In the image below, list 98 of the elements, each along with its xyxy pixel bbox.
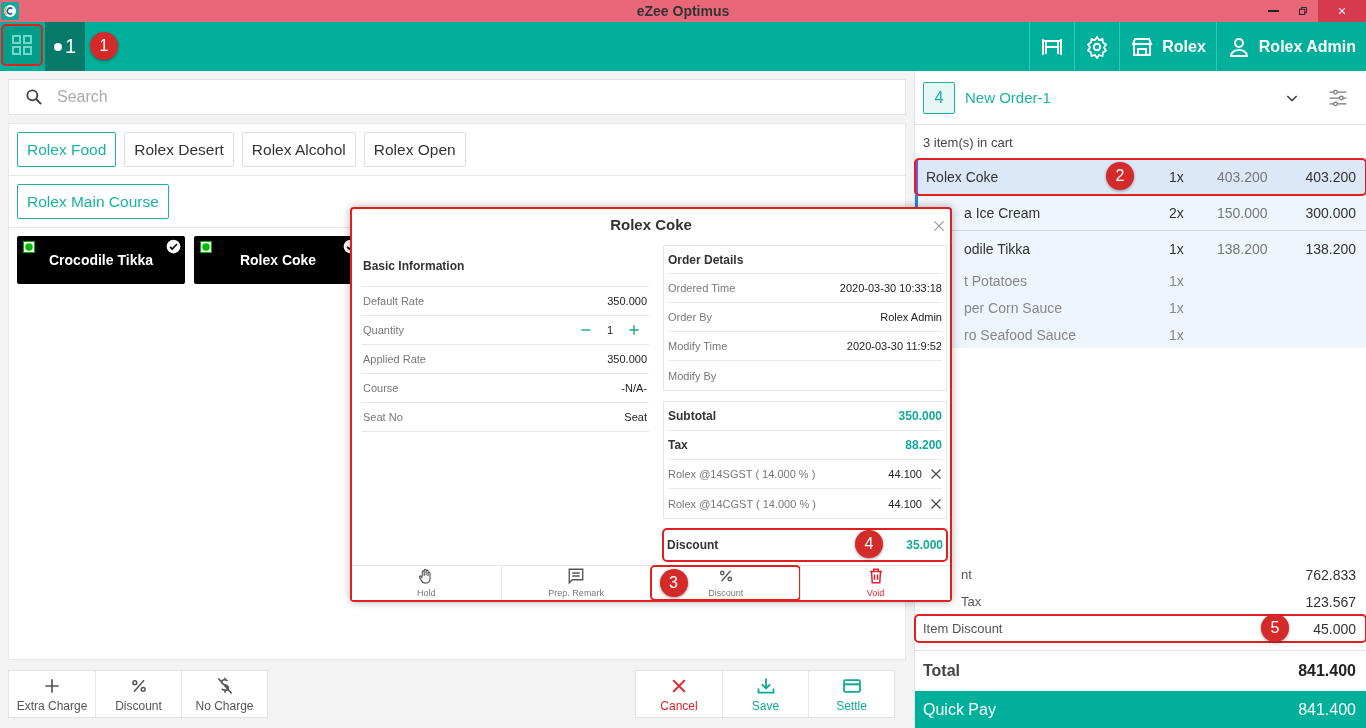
item-name: odile Tikka [963, 241, 1031, 257]
field-label: Subtotal [668, 409, 716, 423]
field-label: Ordered Time [668, 282, 736, 294]
item-rate: 150.000 [1217, 204, 1269, 221]
filter-icon [1328, 87, 1348, 108]
modifier-name: per Corn Sauce [963, 299, 1064, 316]
restore-icon [1296, 4, 1310, 18]
field-value: 350.000 [607, 353, 647, 365]
window-title: eZee Optimus [636, 3, 730, 19]
dialog-title: Rolex Coke [610, 215, 692, 233]
summary-label: nt [960, 567, 972, 582]
quantity-value: 1 [606, 324, 613, 336]
item-amount: 403.200 [1305, 168, 1356, 185]
app-logo-icon [1, 2, 19, 20]
modifier-name: ro Seafood Sauce [963, 326, 1078, 343]
comment-icon [567, 567, 586, 585]
hold-button[interactable]: Hold [352, 566, 501, 600]
field-label: Course [363, 382, 399, 394]
item-quantity: 1x [1169, 168, 1185, 185]
field-value: 350.000 [607, 295, 647, 307]
total-value: 841.400 [1298, 662, 1356, 680]
item-quantity: 1x [1169, 241, 1185, 257]
field-value: 2020-03-30 10:33:18 [839, 282, 942, 294]
item-name: a Ice Cream [963, 204, 1041, 221]
remark-button[interactable]: Prep. Remark [500, 566, 651, 600]
item-rate: 403.200 [1217, 168, 1269, 185]
category-tab[interactable]: Rolex Desert [124, 132, 234, 167]
item-rate: 138.200 [1217, 241, 1269, 257]
subcategory-tab[interactable]: Rolex Main Course [17, 184, 169, 219]
remove-button[interactable] [930, 497, 942, 510]
close-icon [930, 497, 942, 510]
field-label: Rolex @14SGST ( 14.000 % ) [668, 468, 816, 480]
callout-number: 2 [1106, 162, 1134, 190]
category-tab[interactable]: Rolex Open [363, 132, 466, 167]
quick-pay-button[interactable]: Quick Pay 841.400 [915, 691, 1366, 728]
summary-value: 762.833 [1305, 566, 1356, 583]
summary-value: 45.000 [1313, 620, 1356, 637]
close-button[interactable] [931, 218, 947, 234]
field-value: 88.200 [905, 438, 942, 452]
field-value: 35.000 [906, 538, 943, 552]
void-button[interactable]: Void [800, 566, 950, 600]
field-label: Tax [668, 438, 688, 452]
veg-mark-icon [200, 241, 212, 253]
callout-number: 3 [659, 569, 688, 597]
discount-button[interactable]: Discount 3 [650, 566, 801, 600]
cart-count-text: 3 item(s) in cart [922, 133, 1014, 152]
item-amount: 300.000 [1305, 204, 1356, 221]
modifier-quantity: 1x [1169, 272, 1185, 289]
field-value: 44.100 [888, 468, 922, 480]
cart-row[interactable]: Rolex Coke 2 1x 403.200 403.200 [915, 159, 1366, 195]
order-count: 4 [923, 81, 955, 114]
field-label: Quantity [363, 324, 404, 336]
field-value: Seat [624, 411, 647, 423]
callout-number: 1 [90, 32, 118, 60]
cart-row[interactable]: odile Tikka 1x 138.200 138.200 [915, 231, 1366, 267]
callout-number: 4 [855, 530, 883, 558]
item-amount: 138.200 [1305, 241, 1356, 257]
increase-button[interactable] [627, 323, 641, 337]
field-value: 44.100 [888, 497, 922, 510]
category-tab[interactable]: Rolex Alcohol [241, 132, 356, 167]
item-name: Rolex Coke [926, 168, 999, 185]
plus-icon [627, 323, 641, 337]
summary-value: 123.567 [1305, 593, 1356, 610]
cart-row[interactable]: a Ice Cream 2x 150.000 300.000 [915, 195, 1366, 231]
field-value: Rolex Admin [880, 311, 942, 323]
modifier-quantity: 1x [1169, 326, 1185, 343]
minimize-icon [1267, 10, 1279, 12]
category-tab[interactable]: Rolex Food [17, 132, 117, 167]
field-label: Order By [668, 311, 712, 323]
field-label: Seat No [363, 411, 403, 423]
veg-mark-icon [23, 241, 35, 253]
order-tab[interactable]: 1 [45, 22, 85, 71]
field-label: Discount [667, 538, 719, 552]
section-heading: Order Details [668, 246, 942, 274]
settings-icon [1085, 34, 1110, 59]
close-icon [930, 468, 942, 480]
search-field[interactable]: Search [8, 79, 906, 115]
product-tile[interactable]: Crocodile Tikka [17, 236, 185, 284]
order-name[interactable]: New Order-1 [965, 89, 1051, 106]
item-quantity: 2x [1169, 204, 1185, 221]
summary-label: Tax [960, 594, 982, 609]
callout-number: 5 [1261, 614, 1289, 642]
summary-label: Item Discount [923, 621, 1003, 636]
field-label: Modify By [668, 369, 717, 382]
field-value: -N/A- [621, 382, 647, 394]
close-icon [931, 218, 947, 234]
modifier-quantity: 1x [1169, 299, 1185, 316]
grid-icon [10, 33, 34, 57]
field-value: 2020-03-30 11:9:52 [846, 340, 942, 352]
field-label: Rolex @14CGST ( 14.000 % ) [668, 497, 816, 510]
field-label: Default Rate [363, 295, 425, 307]
grid-button[interactable] [2, 25, 42, 65]
remove-button[interactable] [930, 468, 942, 480]
section-heading: Basic Information [361, 245, 649, 287]
field-label: Modify Time [668, 340, 728, 352]
field-label: Applied Rate [363, 353, 426, 365]
field-value: 350.000 [898, 409, 942, 423]
total-label: Total [923, 662, 961, 680]
